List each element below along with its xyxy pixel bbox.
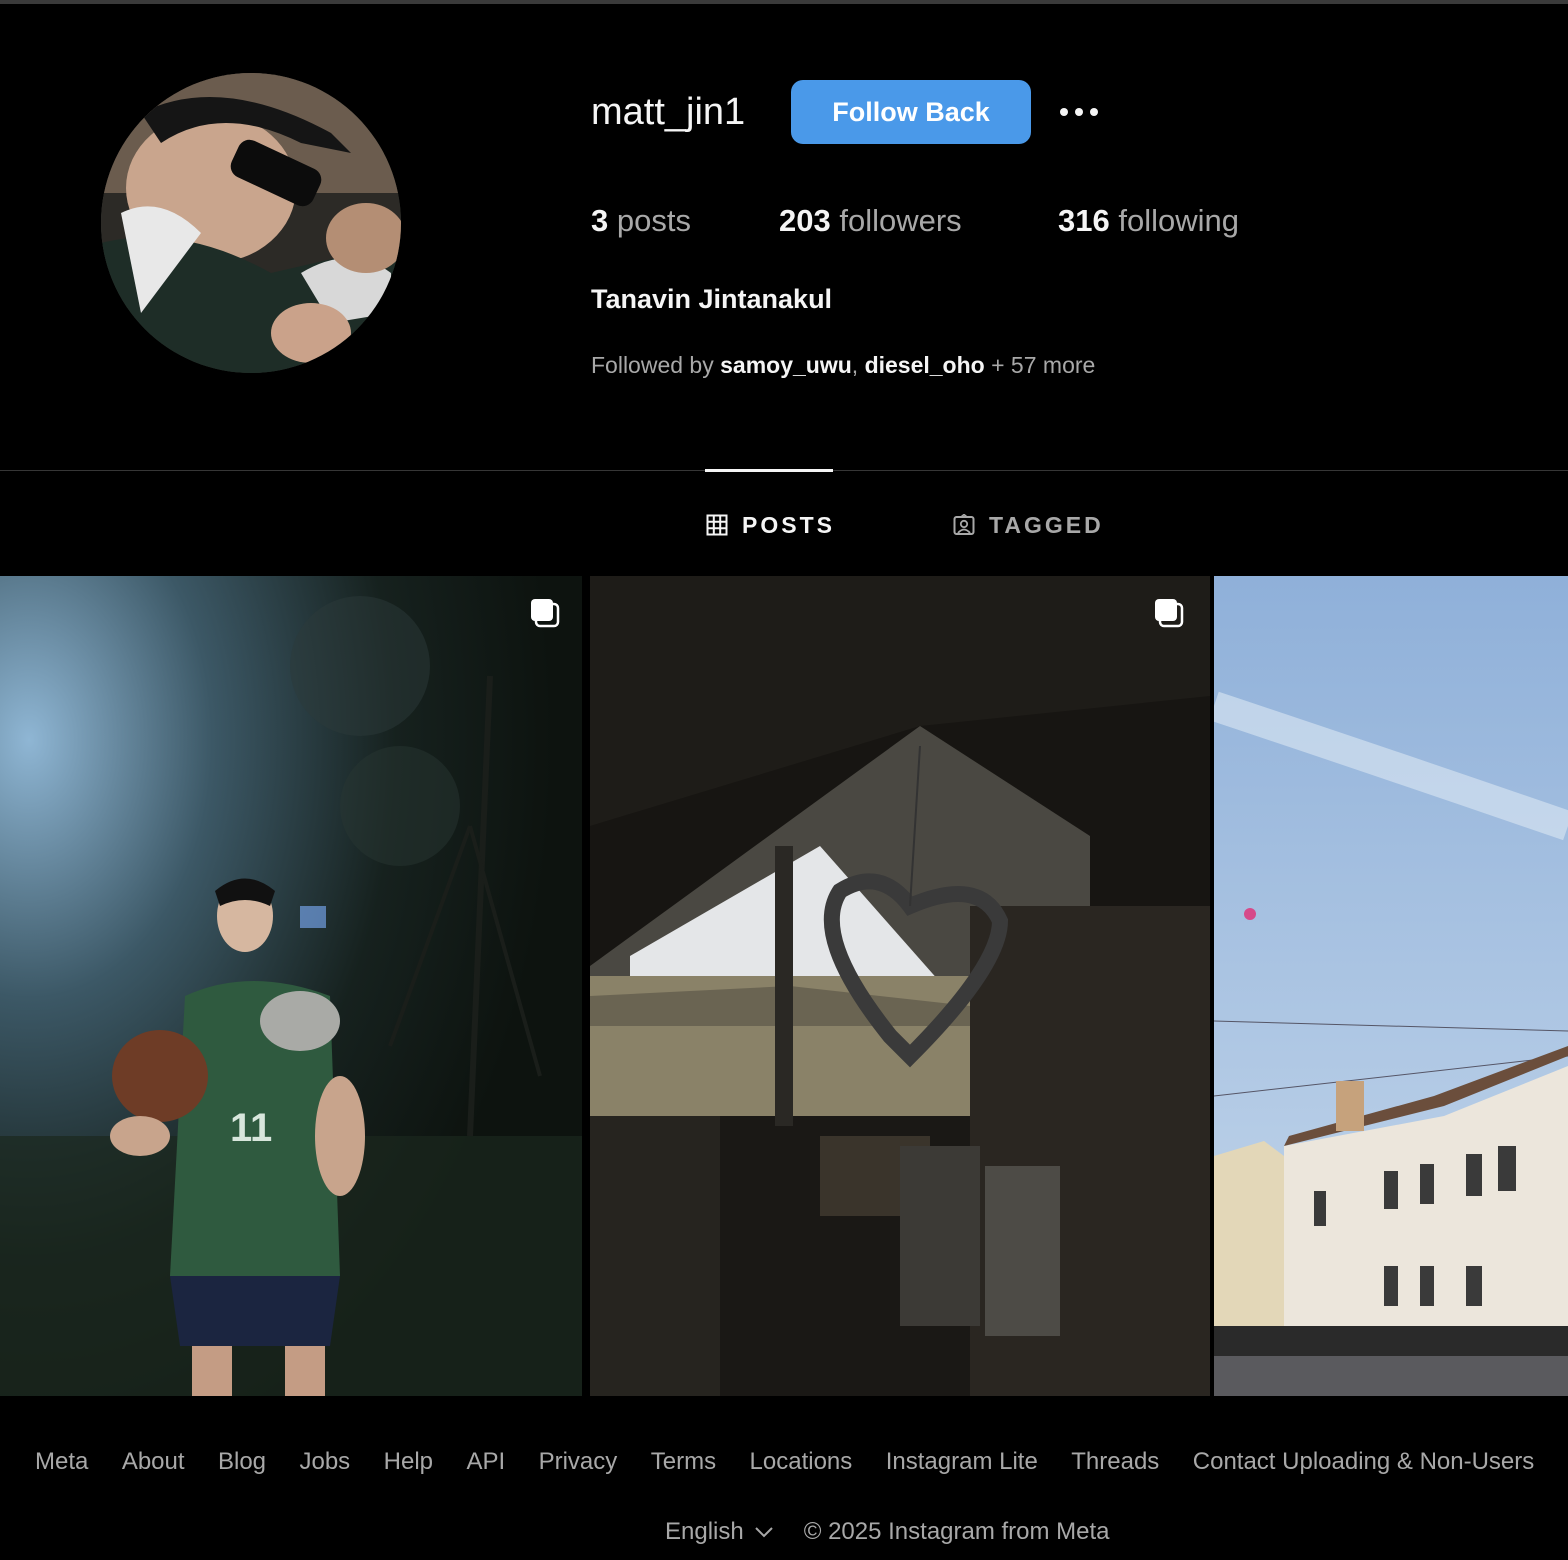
tab-tagged-label: TAGGED: [989, 511, 1104, 538]
footer-link-contact-uploading[interactable]: Contact Uploading & Non-Users: [1193, 1448, 1535, 1475]
footer-link-api[interactable]: API: [466, 1448, 505, 1475]
avatar-photo: [101, 73, 401, 373]
post-image: [590, 576, 1210, 1396]
post-image: [1214, 576, 1568, 1396]
footer-link-about[interactable]: About: [122, 1448, 185, 1475]
post-thumbnail[interactable]: [1214, 576, 1568, 1396]
footer-link-threads[interactable]: Threads: [1071, 1448, 1159, 1475]
svg-text:11: 11: [230, 1106, 272, 1150]
language-label: English: [665, 1518, 744, 1545]
followed-by-prefix: Followed by: [591, 352, 714, 378]
profile-username: matt_jin1: [591, 91, 746, 133]
window-top-border: [0, 0, 1568, 4]
chevron-down-icon: [755, 1527, 773, 1538]
footer-link-meta[interactable]: Meta: [35, 1448, 88, 1475]
footer-links: Meta About Blog Jobs Help API Privacy Te…: [35, 1448, 1563, 1476]
active-tab-indicator: [705, 469, 833, 472]
followers-count-value: 203: [779, 203, 831, 238]
footer-bottom: English © 2025 Instagram from Meta: [665, 1518, 1110, 1546]
posts-count: 3 posts: [591, 200, 691, 242]
followers-label: followers: [839, 203, 962, 238]
profile-avatar[interactable]: [101, 73, 401, 373]
multi-image-icon: [1155, 599, 1184, 628]
posts-count-value: 3: [591, 203, 609, 238]
followed-by-more: + 57 more: [991, 352, 1096, 378]
posts-count-label: posts: [616, 203, 691, 238]
post-image: 11: [0, 576, 582, 1396]
tab-posts[interactable]: POSTS: [706, 505, 835, 545]
more-options-icon[interactable]: [1050, 88, 1108, 136]
post-thumbnail[interactable]: [590, 576, 1210, 1396]
followed-by-separator: ,: [851, 352, 859, 378]
following-label: following: [1118, 203, 1239, 238]
post-thumbnail[interactable]: 11: [0, 576, 582, 1396]
multi-image-icon: [531, 599, 560, 628]
tab-tagged[interactable]: TAGGED: [953, 505, 1104, 545]
following-count-value: 316: [1058, 203, 1110, 238]
footer-link-blog[interactable]: Blog: [218, 1448, 266, 1475]
tab-posts-label: POSTS: [742, 511, 835, 538]
footer-link-privacy[interactable]: Privacy: [539, 1448, 618, 1475]
grid-icon: [706, 514, 728, 536]
followers-link[interactable]: 203 followers: [779, 200, 962, 242]
follow-back-button[interactable]: Follow Back: [791, 80, 1031, 144]
footer-link-instagram-lite[interactable]: Instagram Lite: [886, 1448, 1038, 1475]
footer-link-help[interactable]: Help: [384, 1448, 433, 1475]
tagged-person-icon: [953, 514, 975, 535]
mutual-follower-link[interactable]: samoy_uwu: [720, 352, 852, 378]
mutual-follower-link[interactable]: diesel_oho: [865, 352, 985, 378]
footer-link-locations[interactable]: Locations: [750, 1448, 853, 1475]
following-link[interactable]: 316 following: [1058, 200, 1239, 242]
copyright-text: © 2025 Instagram from Meta: [803, 1518, 1110, 1545]
profile-full-name: Tanavin Jintanakul: [591, 284, 833, 314]
followed-by-text[interactable]: Followed by samoy_uwu, diesel_oho + 57 m…: [591, 350, 1095, 380]
footer-link-jobs[interactable]: Jobs: [299, 1448, 350, 1475]
language-select[interactable]: English: [665, 1518, 774, 1546]
footer-link-terms[interactable]: Terms: [651, 1448, 716, 1475]
